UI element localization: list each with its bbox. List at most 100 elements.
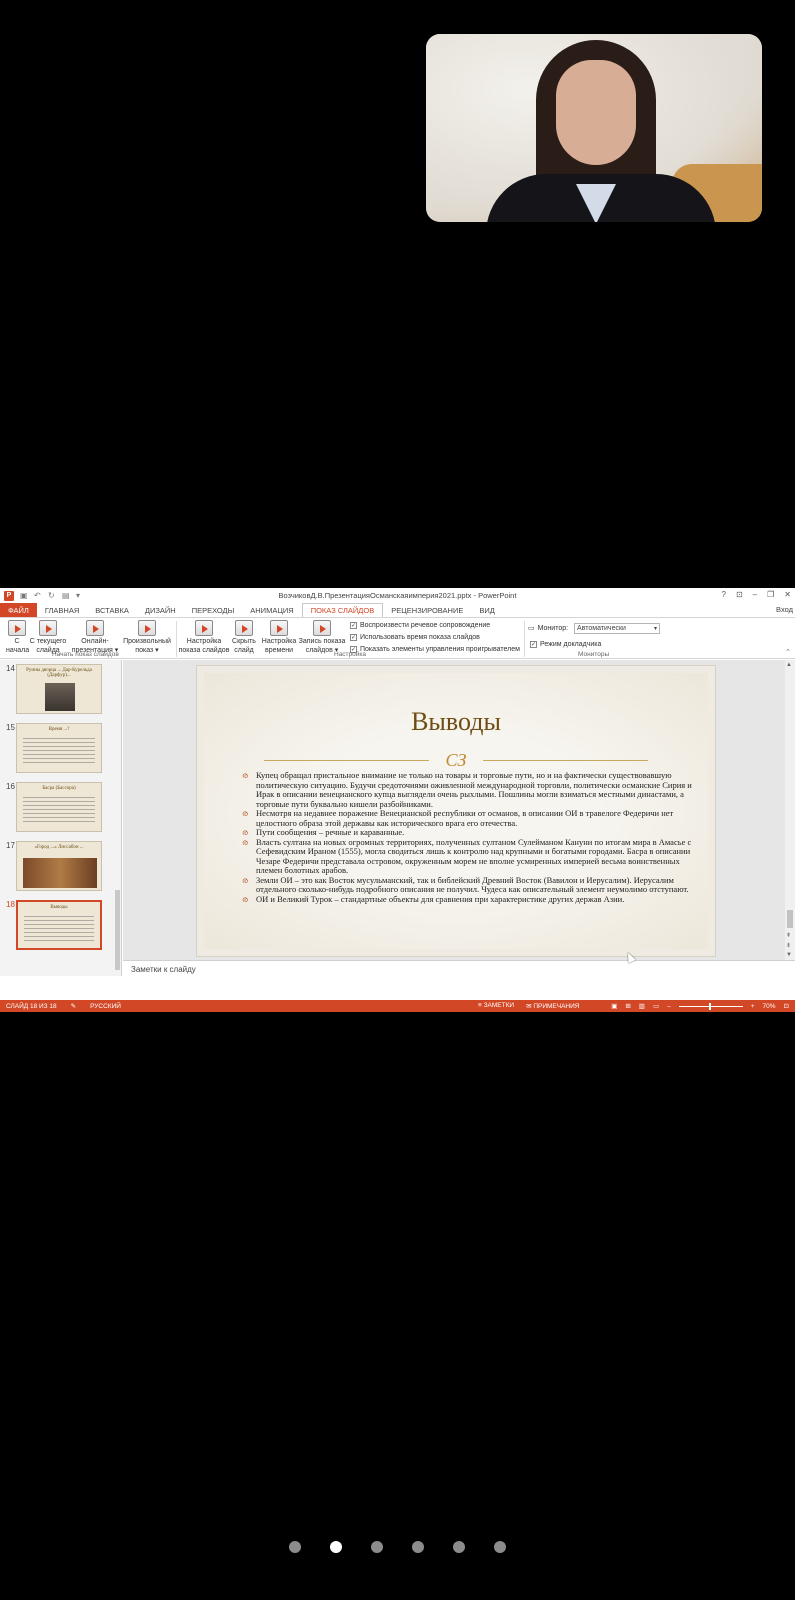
hide-slide-button[interactable]: Скрыть слайд bbox=[230, 620, 258, 655]
thumbnail-number: 17 bbox=[6, 841, 15, 850]
monitor-select[interactable]: Автоматически ▾ bbox=[574, 623, 660, 634]
play-narrations-checkbox[interactable]: ✓ Воспроизвести речевое сопровождение bbox=[350, 622, 490, 629]
page-dot[interactable] bbox=[412, 1541, 424, 1553]
bullet-item[interactable]: ОИ и Великий Турок – стандартные объекты… bbox=[242, 894, 694, 905]
thumbnail-image[interactable]: Время ...? bbox=[16, 723, 102, 773]
next-slide-icon[interactable]: ⇟ bbox=[786, 942, 791, 949]
status-bar: СЛАЙД 18 ИЗ 18 ✎ РУССКИЙ ≡ ЗАМЕТКИ ✉ ПРИ… bbox=[0, 1000, 795, 1012]
checkbox-box[interactable]: ✓ bbox=[350, 634, 357, 641]
page-dot[interactable] bbox=[289, 1541, 301, 1553]
bullet-item[interactable]: Земли ОИ – это как Восток мусульманский,… bbox=[242, 875, 694, 895]
tab-slideshow[interactable]: ПОКАЗ СЛАЙДОВ bbox=[301, 603, 384, 617]
checkbox-label: Показать элементы управления проигрывате… bbox=[360, 646, 520, 653]
tab-file[interactable]: ФАЙЛ bbox=[0, 603, 37, 617]
tab-view[interactable]: ВИД bbox=[471, 603, 502, 617]
slide-bullet-list[interactable]: Купец обращал пристальное внимание не то… bbox=[242, 770, 694, 905]
undo-icon[interactable]: ↶ bbox=[34, 591, 42, 600]
zoom-out-icon[interactable]: – bbox=[667, 1003, 671, 1010]
custom-show-button[interactable]: Произвольный показ ▾ bbox=[120, 620, 174, 655]
save-icon[interactable]: ▣ bbox=[20, 591, 28, 600]
thumbnails-scrollbar[interactable] bbox=[114, 660, 121, 976]
signin-link[interactable]: Вход bbox=[776, 605, 793, 614]
checkbox-box[interactable]: ✓ bbox=[350, 622, 357, 629]
online-presentation-button[interactable]: Онлайн- презентация ▾ bbox=[70, 620, 120, 655]
show-media-controls-checkbox[interactable]: ✓ Показать элементы управления проигрыва… bbox=[350, 646, 520, 653]
slideshow-start-icon bbox=[8, 620, 26, 636]
record-slideshow-icon bbox=[313, 620, 331, 636]
monitor-label: ▭ Монитор: bbox=[528, 624, 569, 633]
page-dot[interactable] bbox=[371, 1541, 383, 1553]
button-label: С текущего bbox=[29, 638, 67, 645]
zoom-slider[interactable] bbox=[678, 1002, 743, 1010]
thumbnail-image[interactable]: Басра (Бассора) bbox=[16, 782, 102, 832]
zoom-in-icon[interactable]: + bbox=[751, 1003, 755, 1010]
page-dot[interactable] bbox=[453, 1541, 465, 1553]
fit-to-window-icon[interactable]: ⊡ bbox=[784, 1002, 789, 1010]
chevron-down-icon: ▾ bbox=[653, 626, 657, 632]
button-label: показа слайдов bbox=[178, 647, 230, 654]
bullet-item[interactable]: Несмотря на недавнее поражение Венецианс… bbox=[242, 808, 694, 828]
comments-toggle-button[interactable]: ✉ ПРИМЕЧАНИЯ bbox=[526, 1002, 579, 1010]
thumbnail-title: Выводы bbox=[50, 905, 68, 910]
slide-thumbnails-pane: 14 Руины дворца ... Дар-Курельда (Дарфур… bbox=[0, 660, 122, 976]
ribbon-separator bbox=[524, 621, 525, 657]
tab-insert[interactable]: ВСТАВКА bbox=[87, 603, 137, 617]
group-label-monitors: Мониторы bbox=[578, 651, 610, 658]
tab-review[interactable]: РЕЦЕНЗИРОВАНИЕ bbox=[383, 603, 471, 617]
button-label: Произвольный bbox=[123, 638, 171, 645]
button-label: Онлайн- bbox=[81, 638, 109, 645]
collapse-ribbon-icon[interactable]: ⌃ bbox=[785, 648, 791, 656]
bullet-item[interactable]: Купец обращал пристальное внимание не то… bbox=[242, 770, 694, 809]
presenter-video-tile[interactable] bbox=[426, 34, 762, 222]
close-icon[interactable]: ✕ bbox=[784, 590, 791, 599]
checkbox-box[interactable]: ✓ bbox=[530, 641, 537, 648]
slide-title[interactable]: Выводы bbox=[204, 707, 708, 737]
monitor-label-text: Монитор: bbox=[537, 624, 569, 632]
scrollbar-thumb[interactable] bbox=[787, 910, 793, 928]
slide-vertical-scrollbar[interactable]: ▲ ⇞ ⇟ ▼ bbox=[785, 660, 795, 960]
thumbnail-image[interactable]: «Город ...» Лиссабон ... bbox=[16, 841, 102, 891]
normal-view-icon[interactable]: ▣ bbox=[611, 1002, 617, 1010]
current-slide[interactable]: Выводы CЗ Купец обращал пристальное вним… bbox=[196, 665, 716, 957]
start-slideshow-icon[interactable]: ▤ bbox=[62, 591, 70, 600]
rehearse-timings-button[interactable]: Настройка времени bbox=[260, 620, 298, 655]
checkbox-label: Воспроизвести речевое сопровождение bbox=[360, 622, 491, 629]
tab-home[interactable]: ГЛАВНАЯ bbox=[37, 603, 87, 617]
from-beginning-button[interactable]: С начала bbox=[6, 620, 29, 655]
spellcheck-icon[interactable]: ✎ bbox=[71, 1002, 76, 1010]
slideshow-view-icon[interactable]: ▭ bbox=[653, 1002, 659, 1010]
redo-icon[interactable]: ↻ bbox=[48, 591, 56, 600]
zoom-level[interactable]: 70% bbox=[763, 1003, 776, 1010]
help-icon[interactable]: ? bbox=[722, 590, 726, 599]
use-timings-checkbox[interactable]: ✓ Использовать время показа слайдов bbox=[350, 634, 480, 641]
page-dot-active[interactable] bbox=[330, 1541, 342, 1553]
reading-view-icon[interactable]: ▥ bbox=[639, 1002, 645, 1010]
tab-transitions[interactable]: ПЕРЕХОДЫ bbox=[184, 603, 243, 617]
restore-icon[interactable]: ❐ bbox=[767, 590, 774, 599]
notes-pane[interactable]: Заметки к слайду bbox=[123, 960, 795, 976]
slide-sorter-icon[interactable]: ⊞ bbox=[625, 1002, 630, 1010]
previous-slide-icon[interactable]: ⇞ bbox=[786, 932, 791, 939]
presenter-view-checkbox[interactable]: ✓ Режим докладчика bbox=[530, 641, 601, 648]
language-indicator[interactable]: РУССКИЙ bbox=[90, 1003, 121, 1010]
custom-show-icon bbox=[138, 620, 156, 636]
thumbnail-image[interactable]: Руины дворца ... Дар-Курельда (Дарфур)..… bbox=[16, 664, 102, 714]
thumbnail-text-lines bbox=[23, 797, 95, 825]
tab-animations[interactable]: АНИМАЦИЯ bbox=[242, 603, 301, 617]
online-presentation-icon bbox=[86, 620, 104, 636]
bullet-item[interactable]: Власть султана на новых огромных террито… bbox=[242, 837, 694, 876]
thumbnail-image-selected[interactable]: Выводы bbox=[16, 900, 102, 950]
record-slideshow-button[interactable]: Запись показа слайдов ▾ bbox=[298, 620, 346, 655]
page-dot[interactable] bbox=[494, 1541, 506, 1553]
ribbon-display-icon[interactable]: ⊡ bbox=[736, 590, 743, 599]
scrollbar-thumb[interactable] bbox=[115, 890, 120, 970]
scroll-down-icon[interactable]: ▼ bbox=[786, 952, 792, 958]
notes-toggle-button[interactable]: ≡ ЗАМЕТКИ bbox=[478, 1002, 514, 1010]
scroll-up-icon[interactable]: ▲ bbox=[786, 662, 792, 668]
customize-toolbar-icon[interactable]: ▾ bbox=[76, 591, 84, 600]
setup-slideshow-button[interactable]: Настройка показа слайдов bbox=[178, 620, 230, 655]
zoom-slider-thumb[interactable] bbox=[708, 1002, 711, 1010]
tab-design[interactable]: ДИЗАЙН bbox=[137, 603, 184, 617]
minimize-icon[interactable]: – bbox=[753, 590, 757, 599]
from-current-slide-button[interactable]: С текущего слайда bbox=[28, 620, 68, 655]
